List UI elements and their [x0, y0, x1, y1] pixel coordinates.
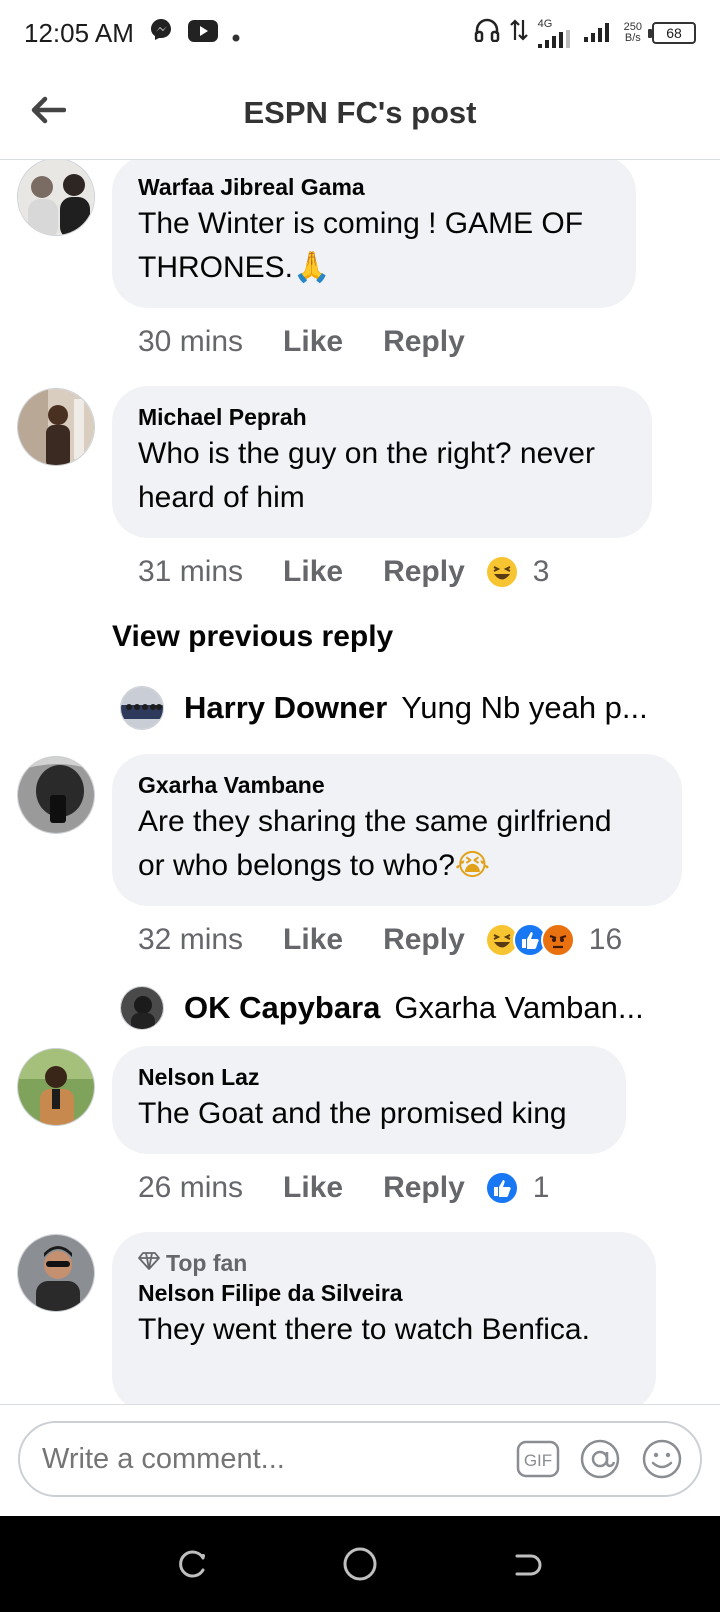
- emoji-icon[interactable]: [640, 1437, 684, 1481]
- comment-composer[interactable]: GIF: [18, 1421, 702, 1497]
- reply-snippet: Gxarha Vamban...: [394, 990, 644, 1025]
- comment-bubble[interactable]: Michael Peprah Who is the guy on the rig…: [112, 386, 652, 538]
- comment-meta: 30 mins Like Reply: [138, 320, 505, 364]
- reply-author: OK Capybara: [184, 990, 381, 1025]
- comment-author[interactable]: Michael Peprah: [138, 402, 626, 432]
- comment-composer-bar: GIF: [0, 1404, 720, 1516]
- network-speed-unit: B/s: [624, 32, 641, 44]
- youtube-notification-icon: [187, 18, 218, 49]
- avatar[interactable]: [17, 160, 95, 236]
- reply-button[interactable]: Reply: [383, 325, 465, 359]
- status-bar: 12:05 AM 4G 250 B/s 68: [0, 0, 720, 66]
- back-arrow-icon: [30, 96, 67, 129]
- comment-text-line: THRONES.🙏: [138, 246, 610, 290]
- battery-icon: 68: [648, 22, 696, 44]
- comment-text-line: Who is the guy on the right? never: [138, 437, 595, 470]
- headphones-icon: [474, 18, 500, 49]
- battery-level: 68: [666, 25, 682, 41]
- comment-text-line: They went there to watch Benfica.: [138, 1313, 590, 1346]
- comment-author[interactable]: Gxarha Vambane: [138, 770, 656, 800]
- reaction-summary[interactable]: [484, 1171, 519, 1205]
- avatar[interactable]: [17, 388, 95, 466]
- messenger-notification-icon: [148, 17, 174, 50]
- signal-4g: 4G: [537, 17, 574, 48]
- comment-author[interactable]: Warfaa Jibreal Gama: [138, 172, 610, 202]
- comments-list: Warfaa Jibreal Gama The Winter is coming…: [0, 160, 720, 1404]
- reply-author: Harry Downer: [184, 690, 388, 725]
- gif-button[interactable]: GIF: [516, 1437, 560, 1481]
- top-fan-label: Top fan: [166, 1250, 248, 1276]
- page-title: ESPN FC's post: [243, 94, 477, 130]
- reaction-count[interactable]: 16: [589, 923, 622, 957]
- comment-meta: 32 mins Like Reply 16: [138, 918, 622, 962]
- comment-meta: 31 mins Like Reply 3: [138, 550, 549, 594]
- reaction-summary[interactable]: [484, 923, 575, 957]
- comment-text-line: The Goat and the promised king: [138, 1097, 567, 1130]
- home-button[interactable]: [338, 1542, 382, 1586]
- folded-hands-emoji: 🙏: [293, 250, 331, 285]
- comment-time: 30 mins: [138, 325, 244, 358]
- view-previous-reply-link[interactable]: View previous reply: [112, 620, 393, 654]
- reply-preview[interactable]: Harry Downer Yung Nb yeah p...: [120, 684, 648, 732]
- data-transfer-icon: [509, 18, 528, 49]
- reply-preview[interactable]: OK Capybara Gxarha Vamban...: [120, 984, 644, 1032]
- like-button[interactable]: Like: [283, 923, 343, 957]
- diamond-icon: [138, 1248, 160, 1278]
- top-fan-badge: Top fan: [138, 1248, 630, 1278]
- app-header: ESPN FC's post: [0, 66, 720, 160]
- haha-reaction-icon: [484, 555, 519, 589]
- comment-bubble[interactable]: Warfaa Jibreal Gama The Winter is coming…: [112, 160, 636, 308]
- reply-snippet: Yung Nb yeah p...: [401, 690, 648, 725]
- avatar[interactable]: [17, 1048, 95, 1126]
- avatar[interactable]: [17, 756, 95, 834]
- like-button[interactable]: Like: [283, 555, 343, 589]
- reaction-count[interactable]: 1: [533, 1171, 550, 1205]
- avatar: [120, 986, 164, 1030]
- comment-author[interactable]: Nelson Laz: [138, 1062, 600, 1092]
- reaction-count[interactable]: 3: [533, 555, 550, 589]
- recent-apps-button[interactable]: [171, 1542, 215, 1586]
- angry-reaction-icon: [540, 923, 575, 957]
- avatar[interactable]: [17, 1234, 95, 1312]
- comment-time: 26 mins: [138, 1171, 244, 1204]
- reaction-summary[interactable]: [484, 555, 519, 589]
- status-time: 12:05 AM: [24, 17, 134, 48]
- comment-text: THRONES.: [138, 251, 294, 284]
- comment-bubble[interactable]: Top fan Nelson Filipe da Silveira They w…: [112, 1232, 656, 1404]
- network-speed: 250 B/s: [624, 22, 642, 44]
- reply-button[interactable]: Reply: [383, 1171, 465, 1205]
- comment-text-line: or who belongs to who?😭: [138, 844, 656, 888]
- network-type: 4G: [537, 17, 553, 30]
- reply-button[interactable]: Reply: [383, 555, 465, 589]
- comment-text-line: Are they sharing the same girlfriend: [138, 805, 612, 838]
- reply-button[interactable]: Reply: [383, 923, 465, 957]
- avatar: [120, 686, 164, 730]
- like-button[interactable]: Like: [283, 325, 343, 359]
- crying-face-emoji: 😭: [454, 848, 490, 883]
- comment-text: or who belongs to who?: [138, 849, 455, 882]
- back-nav-button[interactable]: [505, 1542, 549, 1586]
- comment-input[interactable]: [42, 1442, 516, 1476]
- system-navigation-bar: [0, 1516, 720, 1612]
- comment-bubble[interactable]: Nelson Laz The Goat and the promised kin…: [112, 1046, 626, 1154]
- comment-bubble[interactable]: Gxarha Vambane Are they sharing the same…: [112, 754, 682, 906]
- signal-icon: [583, 18, 614, 49]
- dot-icon: [232, 18, 240, 49]
- comment-time: 31 mins: [138, 555, 244, 588]
- gif-label: GIF: [524, 1451, 552, 1470]
- comment-text-line: heard of him: [138, 481, 305, 514]
- like-reaction-icon: [484, 1171, 519, 1205]
- like-button[interactable]: Like: [283, 1171, 343, 1205]
- comment-author[interactable]: Nelson Filipe da Silveira: [138, 1278, 630, 1308]
- comment-text-line: The Winter is coming ! GAME OF: [138, 207, 584, 240]
- mention-icon[interactable]: [578, 1437, 622, 1481]
- comment-meta: 26 mins Like Reply 1: [138, 1166, 549, 1210]
- back-button[interactable]: [0, 66, 96, 160]
- comment-time: 32 mins: [138, 923, 244, 956]
